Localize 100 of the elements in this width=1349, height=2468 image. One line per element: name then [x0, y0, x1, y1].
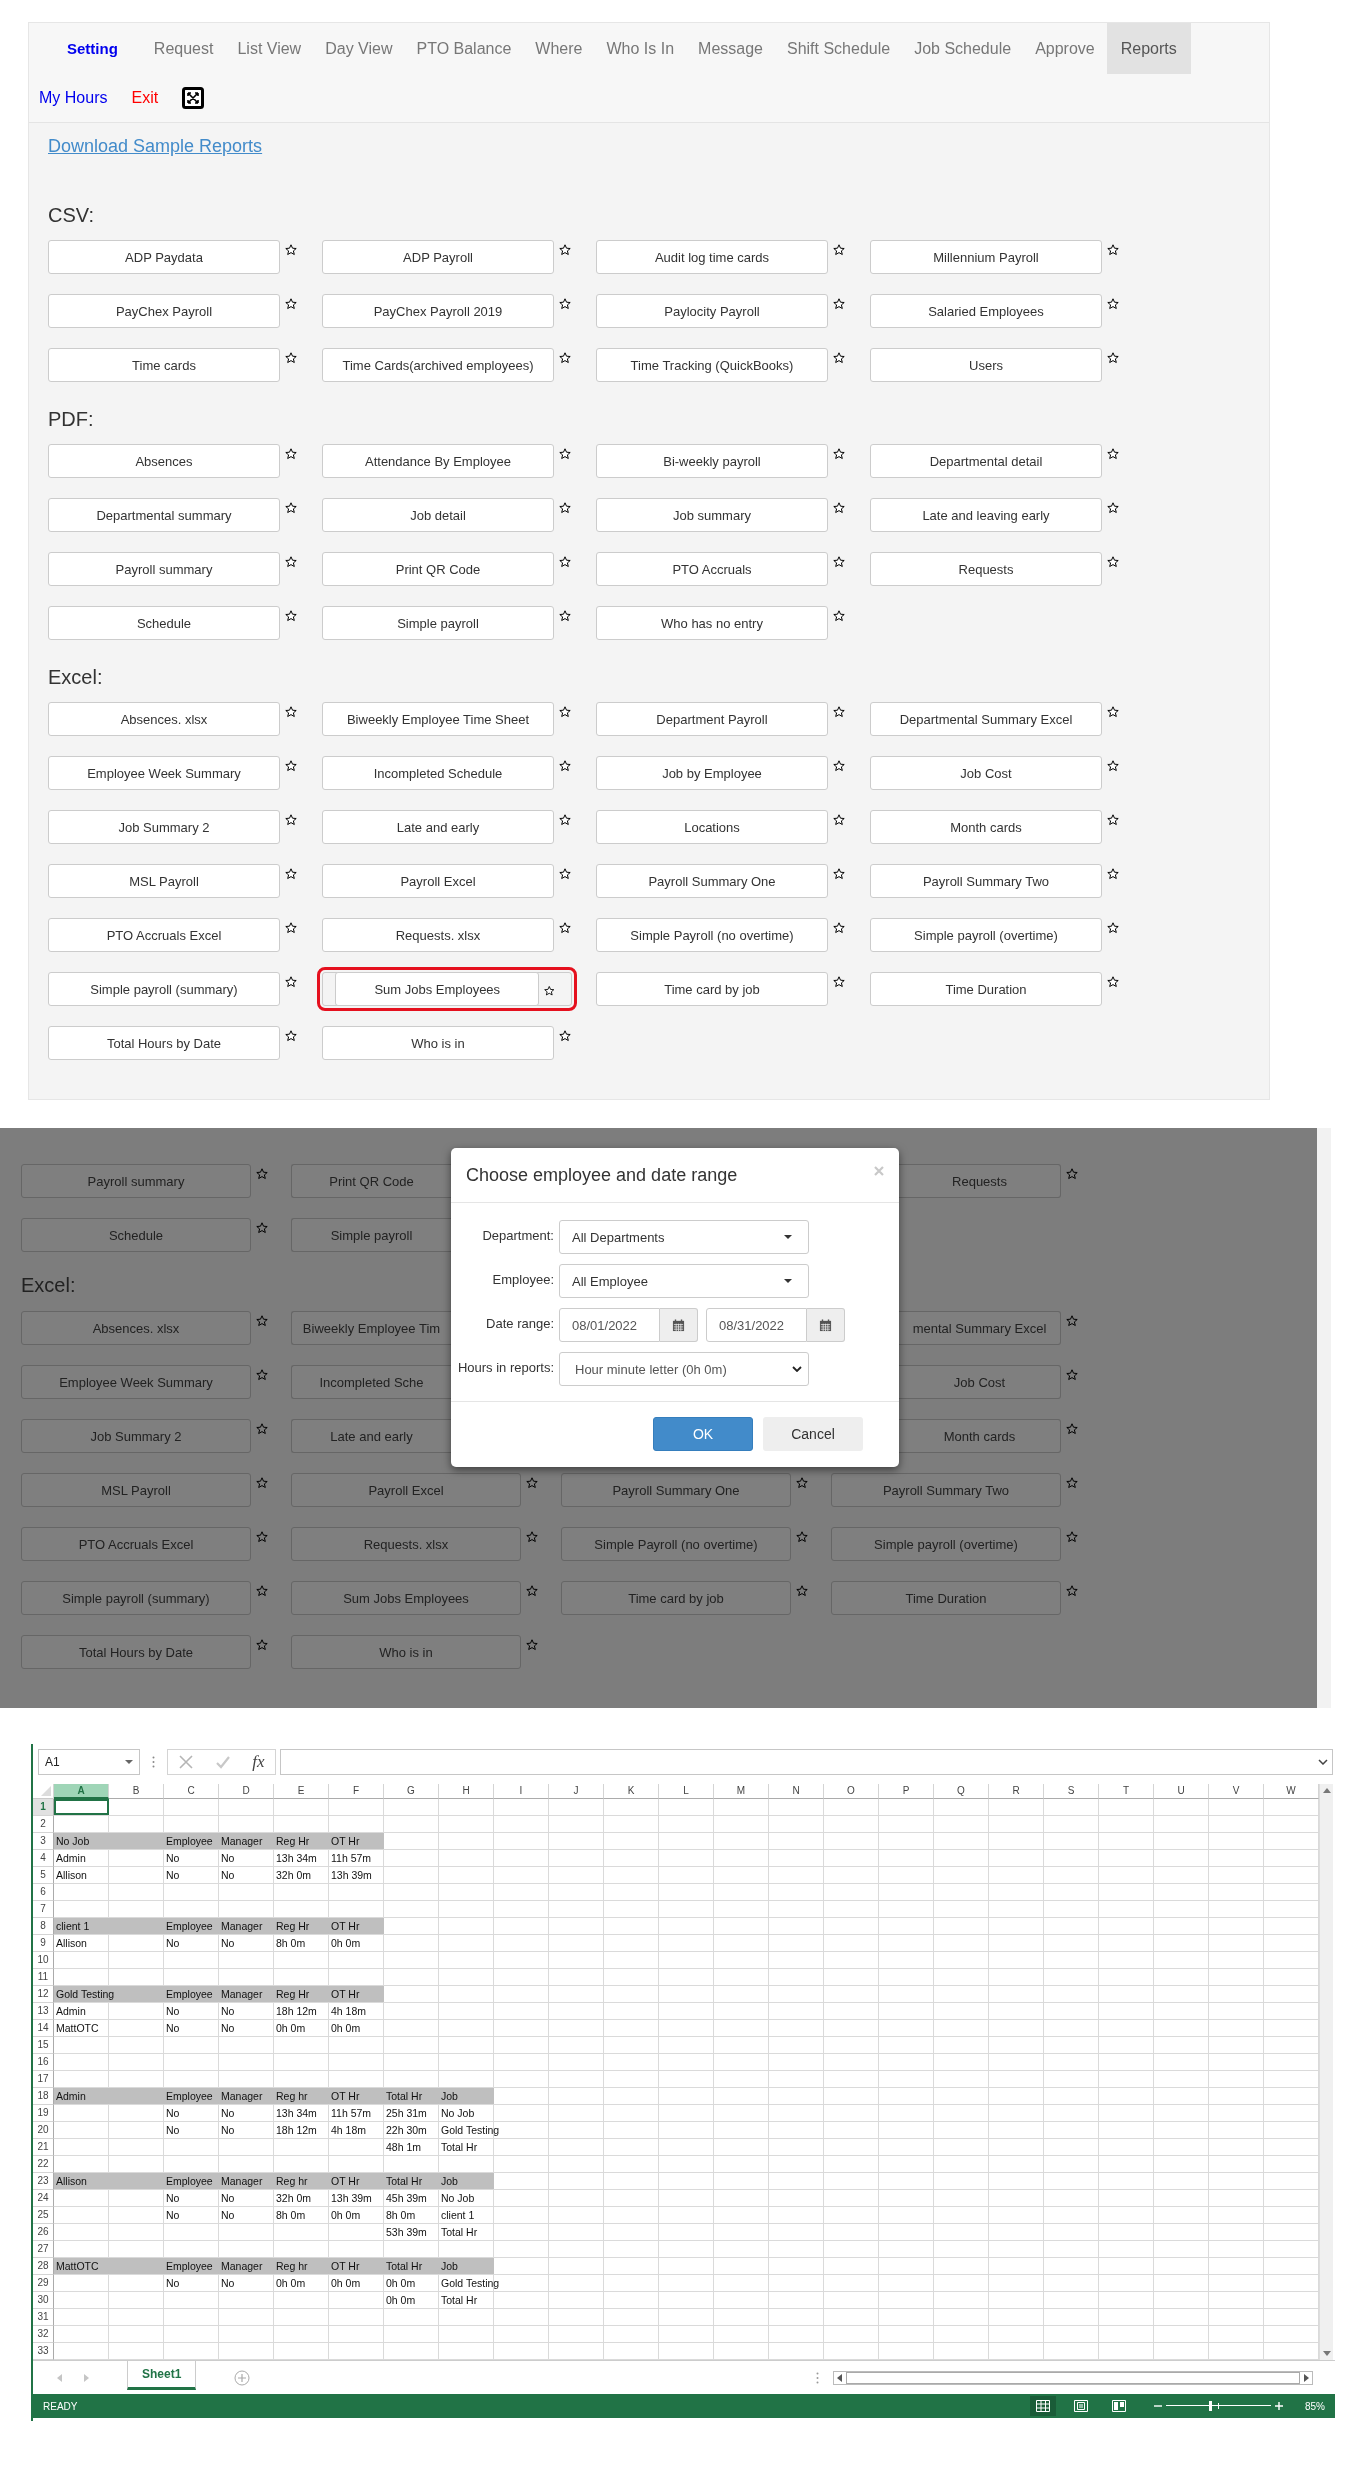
star-icon[interactable]: [1107, 868, 1119, 880]
row-header[interactable]: 2: [33, 1816, 54, 1833]
row-header[interactable]: 20: [33, 2122, 54, 2139]
check-icon[interactable]: [215, 1754, 232, 1770]
down-arrow-icon[interactable]: [1322, 2351, 1331, 2356]
star-icon[interactable]: [559, 502, 571, 514]
star-icon[interactable]: [833, 610, 845, 622]
row-header[interactable]: 15: [33, 2037, 54, 2054]
star-icon[interactable]: [833, 556, 845, 568]
up-arrow-icon[interactable]: [1322, 1788, 1331, 1793]
report-button[interactable]: Who has no entry: [596, 606, 828, 640]
select-field[interactable]: Hour minute letter (0h 0m): [559, 1352, 809, 1386]
row-header[interactable]: 19: [33, 2105, 54, 2122]
star-icon[interactable]: [833, 814, 845, 826]
report-button[interactable]: Users: [870, 348, 1102, 382]
report-button[interactable]: Who is in: [291, 1635, 521, 1669]
star-icon[interactable]: [559, 760, 571, 772]
star-icon[interactable]: [559, 244, 571, 256]
star-icon[interactable]: [1107, 298, 1119, 310]
report-button[interactable]: Payroll Summary Two: [831, 1473, 1061, 1507]
report-button[interactable]: Payroll Summary One: [596, 864, 828, 898]
row-header[interactable]: 31: [33, 2309, 54, 2326]
report-button[interactable]: Bi-weekly payroll: [596, 444, 828, 478]
report-button[interactable]: Payroll Summary Two: [870, 864, 1102, 898]
page-layout-icon[interactable]: [1074, 2400, 1088, 2412]
calendar-button[interactable]: [807, 1308, 845, 1342]
star-icon[interactable]: [285, 1030, 297, 1042]
column-header[interactable]: G: [384, 1784, 439, 1799]
star-icon[interactable]: [1107, 502, 1119, 514]
report-button[interactable]: Job by Employee: [596, 756, 828, 790]
report-button[interactable]: Late and early: [291, 1419, 451, 1453]
nav-tab[interactable]: Message: [686, 23, 775, 74]
row-header[interactable]: 21: [33, 2139, 54, 2156]
row-header[interactable]: 14: [33, 2020, 54, 2037]
row-header[interactable]: 27: [33, 2241, 54, 2258]
star-icon[interactable]: [1107, 556, 1119, 568]
star-icon[interactable]: [1066, 1477, 1078, 1489]
report-button[interactable]: Who is in: [322, 1026, 554, 1060]
plus-icon[interactable]: [1275, 2402, 1283, 2410]
report-button[interactable]: Job Cost: [899, 1365, 1061, 1399]
column-header[interactable]: J: [549, 1784, 604, 1799]
report-button[interactable]: Departmental summary: [48, 498, 280, 532]
report-button[interactable]: Schedule: [21, 1218, 251, 1252]
row-header[interactable]: 16: [33, 2054, 54, 2071]
nav-tab[interactable]: List View: [225, 23, 314, 74]
report-button[interactable]: Incompleted Schedule: [322, 756, 554, 790]
star-icon[interactable]: [833, 502, 845, 514]
fullscreen-icon[interactable]: [182, 87, 205, 109]
insert-function-button[interactable]: fx: [252, 1752, 265, 1772]
star-icon[interactable]: [833, 976, 845, 988]
star-icon[interactable]: [1107, 760, 1119, 772]
report-button[interactable]: Simple payroll (overtime): [831, 1527, 1061, 1561]
report-button[interactable]: Attendance By Employee: [322, 444, 554, 478]
nav-tab[interactable]: Shift Schedule: [774, 23, 903, 74]
row-header[interactable]: 17: [33, 2071, 54, 2088]
star-icon[interactable]: [833, 244, 845, 256]
report-button[interactable]: Departmental Summary Excel: [870, 702, 1102, 736]
report-button[interactable]: Time card by job: [561, 1581, 791, 1615]
column-header[interactable]: L: [659, 1784, 714, 1799]
star-icon[interactable]: [526, 1477, 538, 1489]
row-header[interactable]: 30: [33, 2292, 54, 2309]
normal-view-icon[interactable]: [1030, 2396, 1056, 2416]
vertical-scrollbar[interactable]: [1319, 1784, 1333, 2360]
date-field[interactable]: 08/31/2022: [706, 1308, 807, 1342]
report-button[interactable]: Time cards: [48, 348, 280, 382]
star-icon[interactable]: [1066, 1168, 1078, 1180]
minus-icon[interactable]: [1154, 2402, 1162, 2410]
nav-tab[interactable]: Request: [141, 23, 226, 74]
report-button[interactable]: Time Duration: [870, 972, 1102, 1006]
star-icon[interactable]: [559, 922, 571, 934]
report-button[interactable]: Requests: [899, 1164, 1061, 1198]
report-button[interactable]: Payroll summary: [21, 1164, 251, 1198]
star-icon[interactable]: [285, 610, 297, 622]
star-icon[interactable]: [559, 1030, 571, 1042]
column-header[interactable]: B: [109, 1784, 164, 1799]
star-icon[interactable]: [796, 1531, 808, 1543]
report-button[interactable]: Simple payroll: [291, 1218, 451, 1252]
report-button[interactable]: Salaried Employees: [870, 294, 1102, 328]
column-header[interactable]: N: [769, 1784, 824, 1799]
report-button[interactable]: Incompleted Sche: [291, 1365, 451, 1399]
report-button[interactable]: PayChex Payroll 2019: [322, 294, 554, 328]
row-header[interactable]: 8: [33, 1918, 54, 1935]
report-button[interactable]: Total Hours by Date: [21, 1635, 251, 1669]
star-icon[interactable]: [285, 298, 297, 310]
report-button[interactable]: Print QR Code: [291, 1164, 451, 1198]
column-header[interactable]: I: [494, 1784, 549, 1799]
row-header[interactable]: 23: [33, 2173, 54, 2190]
report-button[interactable]: Payroll summary: [48, 552, 280, 586]
row-header[interactable]: 6: [33, 1884, 54, 1901]
row-header[interactable]: 18: [33, 2088, 54, 2105]
star-icon[interactable]: [256, 1585, 268, 1597]
report-button[interactable]: Job Summary 2: [48, 810, 280, 844]
star-icon[interactable]: [1066, 1315, 1078, 1327]
star-icon[interactable]: [1107, 922, 1119, 934]
row-header[interactable]: 28: [33, 2258, 54, 2275]
star-icon[interactable]: [1066, 1585, 1078, 1597]
report-button[interactable]: Simple payroll (summary): [48, 972, 280, 1006]
row-header[interactable]: 25: [33, 2207, 54, 2224]
star-icon[interactable]: [256, 1315, 268, 1327]
report-button[interactable]: Time Cards(archived employees): [322, 348, 554, 382]
